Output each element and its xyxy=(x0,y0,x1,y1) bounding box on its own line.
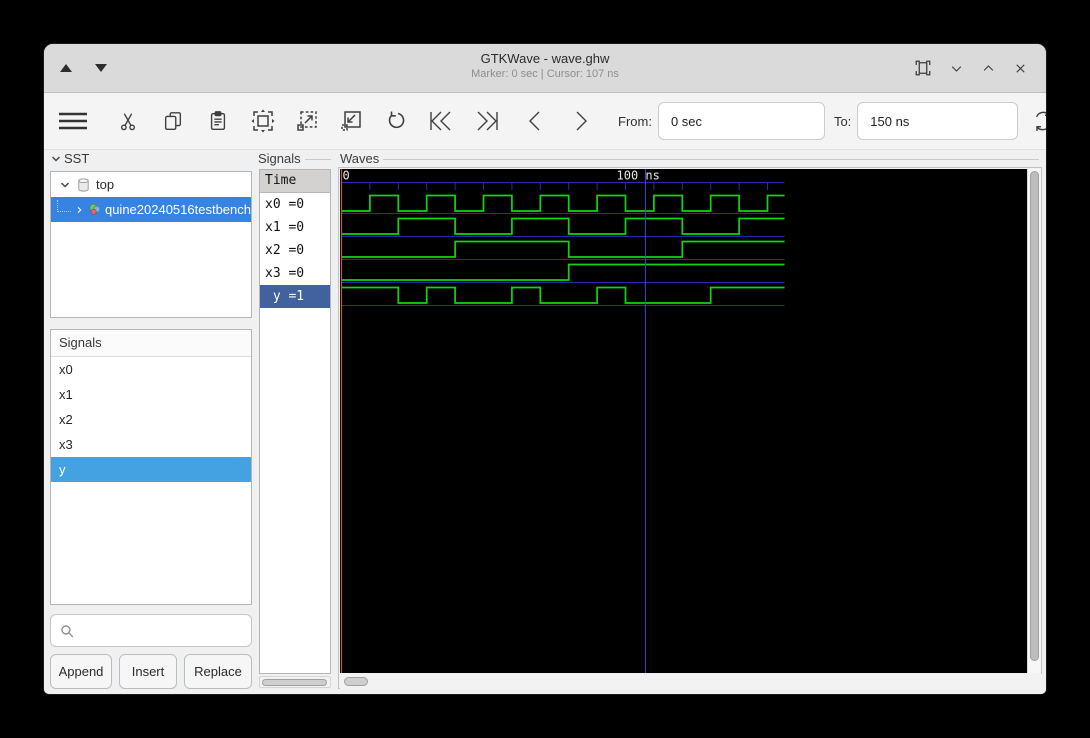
window-title: GTKWave - wave.ghw xyxy=(480,51,610,66)
signal-list-header: Signals xyxy=(51,330,251,357)
tree-item-testbench[interactable]: quine20240516testbench xyxy=(51,197,251,222)
from-input[interactable] xyxy=(657,102,825,140)
waves-vscrollbar[interactable] xyxy=(1027,169,1041,673)
scrollbar-thumb[interactable] xyxy=(1030,171,1039,661)
titlebar[interactable]: GTKWave - wave.ghw Marker: 0 sec | Curso… xyxy=(44,44,1046,93)
next-edge-icon[interactable] xyxy=(569,109,593,133)
wave-name-row-x3[interactable]: x3 =0 xyxy=(260,262,330,285)
tree-connector xyxy=(57,199,71,212)
component-icon xyxy=(89,203,101,215)
sst-tree: top quine20240516testbench xyxy=(50,171,252,318)
gtkwave-window: GTKWave - wave.ghw Marker: 0 sec | Curso… xyxy=(44,44,1046,694)
wave-canvas[interactable]: 0 100 ns xyxy=(340,169,1027,673)
insert-button[interactable]: Insert xyxy=(119,654,177,689)
scrollbar-thumb[interactable] xyxy=(344,677,368,686)
signal-list-item-x3[interactable]: x3 xyxy=(51,432,251,457)
frame-line xyxy=(383,158,1040,160)
waves-panel: 0 100 ns xyxy=(338,167,1042,689)
timeline-label-100ns: 100 ns xyxy=(617,169,660,183)
signal-list-item-x0[interactable]: x0 xyxy=(51,357,251,382)
scrollbar-thumb[interactable] xyxy=(262,679,327,686)
main-area: SST top quine20240516testbench Signals x… xyxy=(44,150,1046,694)
menu-icon[interactable] xyxy=(58,109,88,133)
replace-button[interactable]: Replace xyxy=(184,654,252,689)
signal-facilities-panel: Signals x0 x1 x2 x3 y xyxy=(50,329,252,605)
maximize-icon[interactable] xyxy=(981,61,996,76)
sst-label: SST xyxy=(64,151,90,166)
from-label: From: xyxy=(618,113,652,129)
wave-name-row-y[interactable]: y =1 xyxy=(260,285,330,308)
tree-item-label: quine20240516testbench xyxy=(104,202,251,217)
to-label: To: xyxy=(833,113,852,129)
search-input[interactable] xyxy=(81,622,243,639)
wave-names-hscrollbar[interactable] xyxy=(259,676,331,688)
wave-name-row-x0[interactable]: x0 =0 xyxy=(260,193,330,216)
prev-edge-icon[interactable] xyxy=(523,109,547,133)
chevron-right-icon xyxy=(77,206,82,213)
tree-item-label: top xyxy=(96,177,115,192)
paste-icon[interactable] xyxy=(206,109,230,133)
wave-name-row-x2[interactable]: x2 =0 xyxy=(260,239,330,262)
timeline-label-0: 0 xyxy=(343,169,350,183)
copy-icon[interactable] xyxy=(161,109,185,133)
to-input[interactable] xyxy=(857,102,1019,140)
signals-frame-label: Signals xyxy=(258,151,301,166)
frame-line xyxy=(304,158,331,160)
marker-cursor-status: Marker: 0 sec | Cursor: 107 ns xyxy=(471,68,619,80)
wave-names-panel: Time x0 =0 x1 =0 x2 =0 x3 =0 y =1 xyxy=(259,169,331,674)
wave-name-row-x1[interactable]: x1 =0 xyxy=(260,216,330,239)
signal-list-item-x1[interactable]: x1 xyxy=(51,382,251,407)
skip-to-start-icon[interactable] xyxy=(427,109,455,133)
signal-list-rows: x0 x1 x2 x3 y xyxy=(51,357,251,482)
zoom-undo-icon[interactable] xyxy=(383,109,407,133)
hierarchy-icon xyxy=(78,177,89,192)
waves-frame-legend: Waves xyxy=(340,151,1040,166)
wave-background xyxy=(340,169,1027,673)
waves-hscrollbar[interactable] xyxy=(340,674,1042,689)
zoom-fit-icon[interactable] xyxy=(251,109,275,133)
time-header: Time xyxy=(260,170,330,193)
toolbar: From: To: xyxy=(44,93,1046,150)
append-button[interactable]: Append xyxy=(50,654,112,689)
close-icon[interactable] xyxy=(1013,61,1028,76)
wave-name-rows: x0 =0 x1 =0 x2 =0 x3 =0 y =1 xyxy=(260,193,330,308)
signal-list-item-y[interactable]: y xyxy=(51,457,251,482)
chevron-down-icon xyxy=(51,155,61,162)
signals-frame-legend: Signals xyxy=(258,151,331,166)
reload-icon[interactable] xyxy=(1031,109,1046,133)
fit-frame-icon[interactable] xyxy=(914,59,932,77)
zoom-out-icon[interactable] xyxy=(339,109,363,133)
waves-frame-label: Waves xyxy=(340,151,380,166)
signal-list-item-x2[interactable]: x2 xyxy=(51,407,251,432)
cut-icon[interactable] xyxy=(116,109,140,133)
search-icon xyxy=(61,624,74,637)
skip-to-end-icon[interactable] xyxy=(473,109,501,133)
zoom-in-icon[interactable] xyxy=(295,109,319,133)
minimize-icon[interactable] xyxy=(949,61,964,76)
sst-header[interactable]: SST xyxy=(50,151,89,166)
tree-item-top[interactable]: top xyxy=(51,172,251,197)
search-box[interactable] xyxy=(50,614,252,647)
chevron-down-icon xyxy=(60,181,70,188)
